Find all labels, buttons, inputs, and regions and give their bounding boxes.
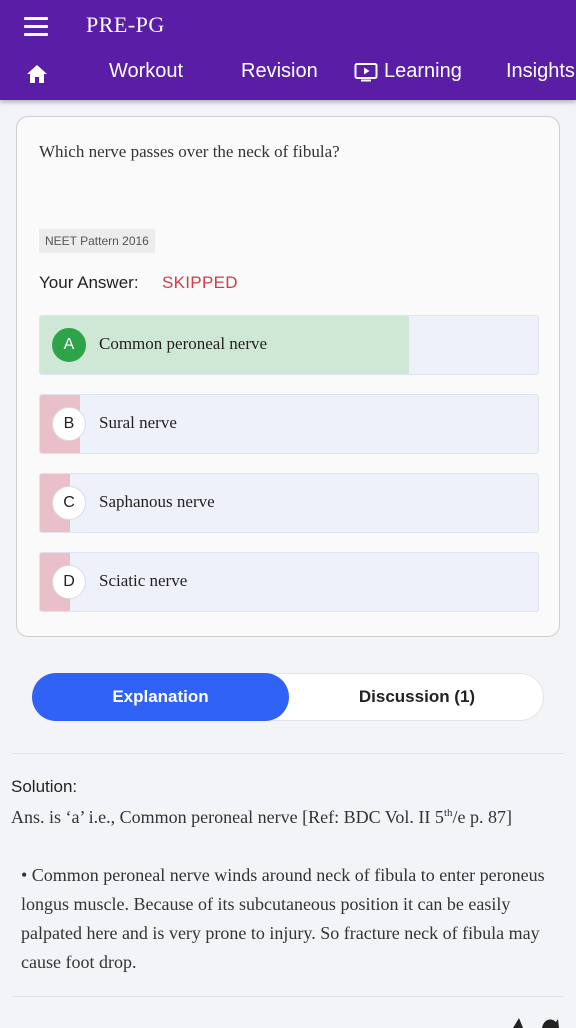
option-letter: D [52,565,86,599]
share-icon[interactable] [540,1016,560,1028]
option-d[interactable]: D Sciatic nerve [39,552,539,612]
tab-learning[interactable]: Learning [354,60,462,83]
option-b[interactable]: B Sural nerve [39,394,539,454]
option-c[interactable]: C Saphanous nerve [39,473,539,533]
explanation-tab[interactable]: Explanation [32,673,289,721]
tab-label: Workout [109,60,184,82]
solution-explanation: • Common peroneal nerve winds around nec… [21,865,545,972]
tv-play-icon [354,62,378,81]
tab-insights[interactable]: Insights [506,60,575,83]
tab-label: Learning [384,60,462,82]
edition-superscript: th [443,807,453,819]
app-bar-top: PRE-PG [0,0,576,52]
app-bar: PRE-PG Workout Revision Learning Insight… [0,0,576,100]
option-letter: B [52,407,86,441]
divider [12,996,564,997]
solution-answer: Ans. is ‘a’ i.e., Common peroneal nerve … [11,803,556,831]
thumb-icon[interactable] [510,1016,530,1028]
tab-label: Revision [241,60,318,82]
divider [12,753,564,754]
tab-label: Insights [506,60,575,82]
option-text: Sural nerve [99,413,177,432]
option-letter: A [52,328,86,362]
option-a[interactable]: A Common peroneal nerve [39,315,539,375]
solution-heading: Solution: [11,777,78,796]
your-answer-label: Your Answer: [39,273,139,292]
answer-ref: /e p. 87] [452,807,512,827]
your-answer-status: SKIPPED [162,273,238,292]
option-text: Sciatic nerve [99,571,188,590]
app-title: PRE-PG [86,12,165,37]
option-text: Common peroneal nerve [99,334,268,353]
tab-workout[interactable]: Workout [109,60,183,83]
discussion-tab[interactable]: Discussion (1) [289,673,545,721]
explanation-discussion-toggle: Explanation Discussion (1) [32,673,544,721]
nav-tabs: Workout Revision Learning Insights [0,54,576,94]
question-text: Which nerve passes over the neck of fibu… [39,142,340,161]
answer-text: Ans. is ‘a’ i.e., Common peroneal nerve … [11,807,444,827]
option-text: Saphanous nerve [99,492,215,511]
pattern-tag: NEET Pattern 2016 [39,229,155,253]
tab-revision[interactable]: Revision [241,60,318,83]
menu-icon[interactable] [24,16,50,36]
option-letter: C [52,486,86,520]
question-card: Which nerve passes over the neck of fibu… [16,116,560,637]
